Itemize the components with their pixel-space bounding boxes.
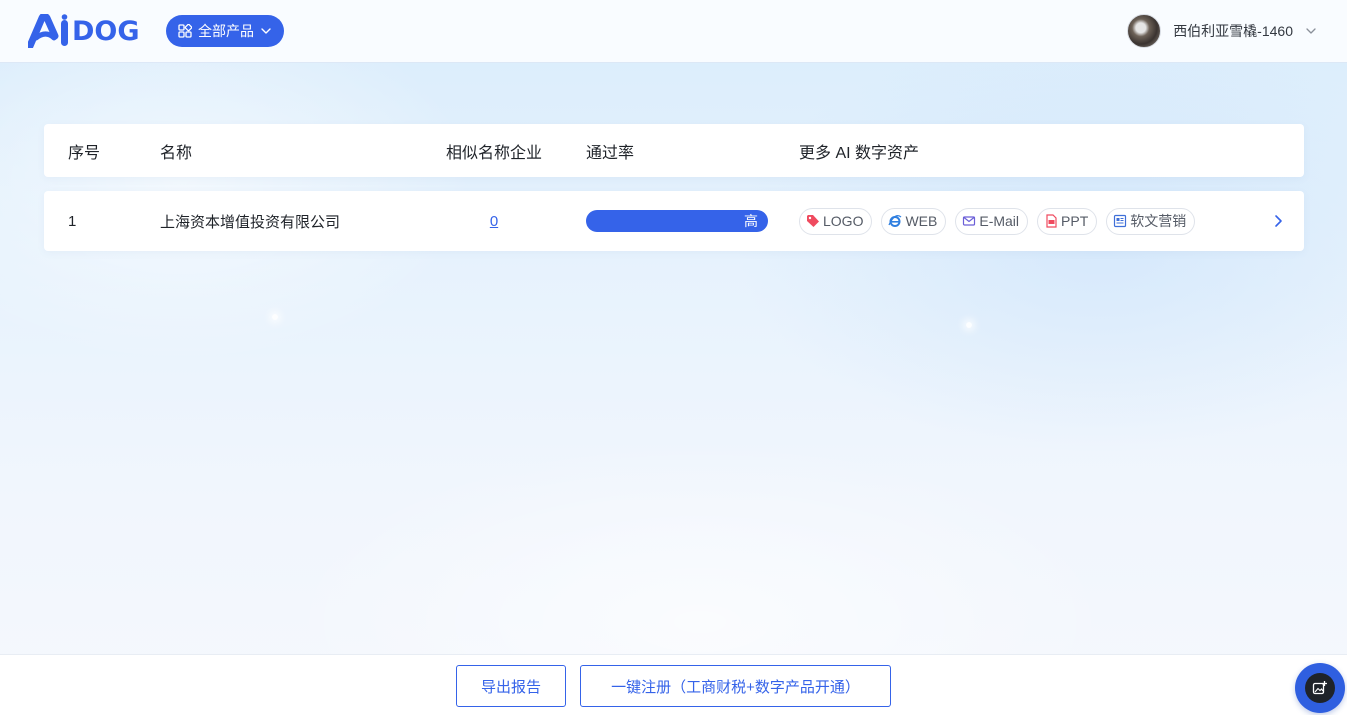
asset-chip-ppt[interactable]: PPT <box>1037 207 1098 235</box>
top-header: DOG 全部产品 西伯利亚雪橇-1460 <box>0 0 1347 62</box>
background-sparkle <box>966 322 972 328</box>
article-icon <box>1114 214 1127 228</box>
pass-rate-label: 高 <box>744 213 758 229</box>
asset-label: LOGO <box>823 213 864 229</box>
chevron-down-icon <box>261 28 271 34</box>
asset-label: 软文营销 <box>1130 213 1187 229</box>
asset-label: WEB <box>905 213 938 229</box>
asset-label: E-Mail <box>979 213 1020 229</box>
pass-rate-bar: 高 <box>586 210 768 232</box>
floating-assistant-button[interactable] <box>1295 663 1345 713</box>
asset-label: PPT <box>1061 213 1089 229</box>
background-sparkle <box>272 314 278 320</box>
asset-chip-article-marketing[interactable]: 软文营销 <box>1106 207 1196 235</box>
row-expand-button[interactable] <box>1272 191 1284 251</box>
bottom-action-bar: 导出报告 一键注册（工商财税+数字产品开通） <box>0 654 1347 715</box>
row-index: 1 <box>68 212 77 230</box>
digital-assets-list: LOGO WEB E-Mail PPT 软文营销 <box>799 207 1196 235</box>
asset-chip-email[interactable]: E-Mail <box>955 207 1029 235</box>
chevron-right-icon <box>1275 215 1282 227</box>
column-header-more-assets: 更多 AI 数字资产 <box>799 144 920 162</box>
logo[interactable]: DOG <box>28 14 140 48</box>
company-name: 上海资本增值投资有限公司 <box>160 213 341 231</box>
table-row[interactable]: 1 上海资本增值投资有限公司 0 高 LOGO WEB E-Mail PPT 软… <box>44 191 1304 251</box>
logo-ai-mark <box>28 14 68 48</box>
column-header-name: 名称 <box>160 144 193 162</box>
column-header-similar-companies: 相似名称企业 <box>446 144 543 162</box>
logo-text: DOG <box>72 15 140 47</box>
all-products-dropdown[interactable]: 全部产品 <box>166 15 284 47</box>
chevron-down-icon <box>1306 28 1316 34</box>
user-name: 西伯利亚雪橇-1460 <box>1173 23 1293 39</box>
similar-companies-count-link[interactable]: 0 <box>490 213 498 230</box>
asset-chip-web[interactable]: WEB <box>881 207 947 235</box>
ie-browser-icon <box>888 214 902 227</box>
apps-grid-icon <box>178 24 192 38</box>
export-report-button[interactable]: 导出报告 <box>456 665 566 707</box>
avatar[interactable] <box>1127 14 1162 48</box>
user-menu[interactable]: 西伯利亚雪橇-1460 <box>1127 14 1317 48</box>
column-header-pass-rate: 通过率 <box>586 144 635 162</box>
tag-icon <box>807 215 819 227</box>
asset-chip-logo[interactable]: LOGO <box>799 207 873 235</box>
add-image-icon <box>1312 681 1327 695</box>
table-header: 序号 名称 相似名称企业 通过率 更多 AI 数字资产 <box>44 124 1304 177</box>
mail-icon <box>963 216 976 226</box>
ppt-file-icon <box>1046 214 1057 228</box>
all-products-label: 全部产品 <box>198 23 254 39</box>
one-click-register-button[interactable]: 一键注册（工商财税+数字产品开通） <box>580 665 891 707</box>
fab-inner <box>1305 673 1335 703</box>
column-header-index: 序号 <box>68 144 101 162</box>
